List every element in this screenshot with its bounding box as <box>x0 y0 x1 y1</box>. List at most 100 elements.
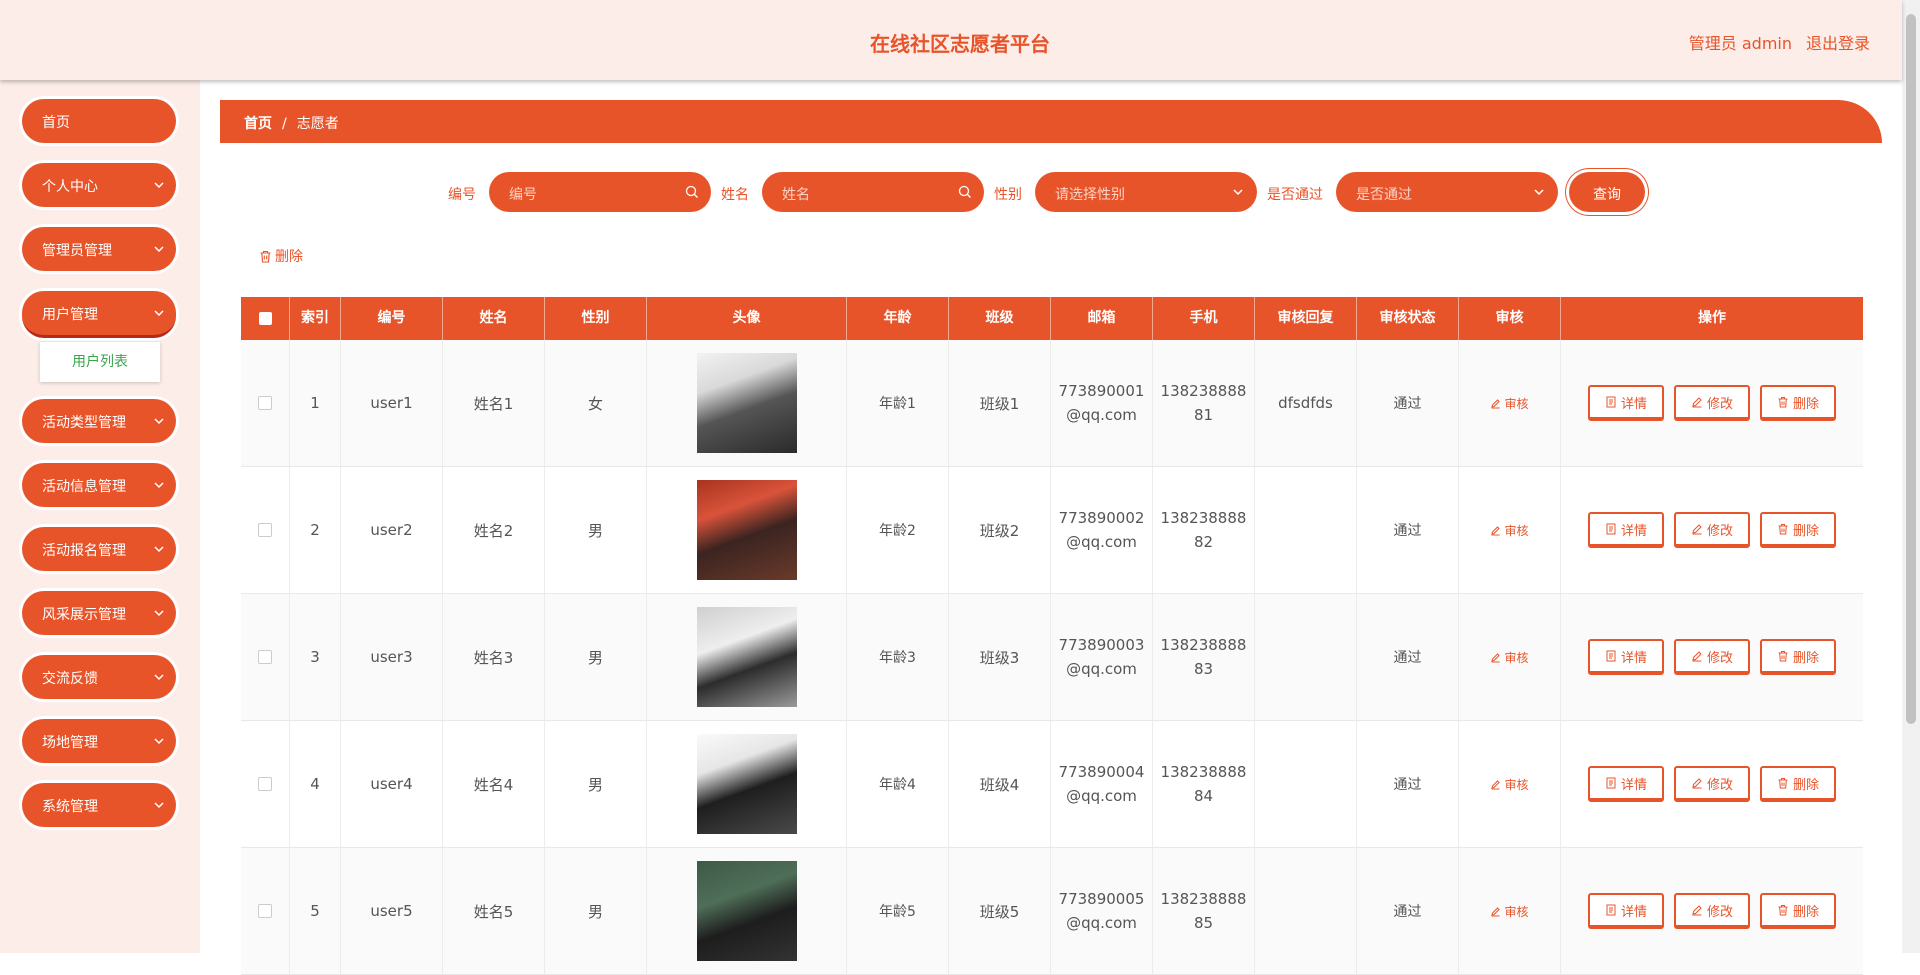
table-row: 5 user5 姓名5 男 年龄5 班级5 773890005 @qq.com 1… <box>241 848 1863 975</box>
col-header-id: 编号 <box>341 297 443 340</box>
table-row: 3 user3 姓名3 男 年龄3 班级3 773890003 @qq.com 1… <box>241 594 1863 721</box>
email-line-1: 773890001 <box>1058 382 1145 400</box>
phone-line-2: 82 <box>1193 533 1214 551</box>
id-search-input[interactable]: 编号 <box>489 172 711 212</box>
email-line-2: @qq.com <box>1066 914 1137 932</box>
name-search-input[interactable]: 姓名 <box>762 172 984 212</box>
cell-avatar <box>647 594 847 720</box>
delete-button[interactable]: 删除 <box>1760 639 1836 675</box>
detail-button[interactable]: 详情 <box>1588 639 1664 675</box>
cell-audit: 审核 <box>1459 848 1561 974</box>
audit-button[interactable]: 审核 <box>1490 522 1529 539</box>
row-checkbox[interactable] <box>258 396 272 410</box>
delete-label: 删除 <box>1792 523 1819 539</box>
edit-button[interactable]: 修改 <box>1674 639 1750 675</box>
avatar-image[interactable] <box>696 353 797 453</box>
passed-select[interactable]: 是否通过 <box>1336 172 1558 212</box>
submenu-item-user-list[interactable]: 用户列表 <box>40 342 160 382</box>
detail-button[interactable]: 详情 <box>1588 512 1664 548</box>
table-row: 1 user1 姓名1 女 年龄1 班级1 773890001 @qq.com 1… <box>241 340 1863 467</box>
sidebar-item-user-management[interactable]: 用户管理 <box>22 291 176 338</box>
phone-line-1: 138238888 <box>1160 382 1247 400</box>
delete-label: 删除 <box>1792 777 1819 793</box>
audit-button[interactable]: 审核 <box>1490 649 1529 666</box>
scrollbar-thumb[interactable] <box>1906 14 1916 724</box>
document-icon <box>1606 904 1616 916</box>
sidebar-item-home[interactable]: 首页 <box>22 99 176 143</box>
select-placeholder: 请选择性别 <box>1055 187 1125 203</box>
detail-button[interactable]: 详情 <box>1588 893 1664 929</box>
sidebar-item-showcase[interactable]: 风采展示管理 <box>22 591 176 635</box>
delete-button[interactable]: 删除 <box>1760 512 1836 548</box>
row-checkbox[interactable] <box>258 904 272 918</box>
avatar-image[interactable] <box>696 861 797 961</box>
audit-button[interactable]: 审核 <box>1490 776 1529 793</box>
edit-icon <box>1692 397 1702 408</box>
chevron-down-icon <box>154 610 164 617</box>
delete-label: 删除 <box>1792 396 1819 412</box>
edit-button[interactable]: 修改 <box>1674 512 1750 548</box>
cell-name: 姓名2 <box>443 467 545 593</box>
sidebar-item-label: 风采展示管理 <box>42 607 126 623</box>
row-checkbox[interactable] <box>258 650 272 664</box>
audit-button[interactable]: 审核 <box>1490 395 1529 412</box>
avatar-image[interactable] <box>696 480 797 580</box>
query-button[interactable]: 查询 <box>1569 172 1645 212</box>
cell-reply <box>1255 594 1357 720</box>
cell-audit: 审核 <box>1459 467 1561 593</box>
trash-icon <box>1778 651 1788 662</box>
query-button-label: 查询 <box>1593 187 1621 203</box>
detail-button[interactable]: 详情 <box>1588 385 1664 421</box>
sidebar-item-activity-info[interactable]: 活动信息管理 <box>22 463 176 507</box>
page-scrollbar[interactable] <box>1902 0 1920 953</box>
cell-avatar <box>647 721 847 847</box>
breadcrumb-home[interactable]: 首页 <box>244 116 272 132</box>
sidebar-item-feedback[interactable]: 交流反馈 <box>22 655 176 699</box>
row-checkbox[interactable] <box>258 523 272 537</box>
edit-button[interactable]: 修改 <box>1674 893 1750 929</box>
cell-id: user1 <box>341 340 443 466</box>
edit-icon <box>1491 779 1501 789</box>
logout-button[interactable]: 退出登录 <box>1806 30 1870 54</box>
sidebar-item-activity-type[interactable]: 活动类型管理 <box>22 399 176 443</box>
col-header-class: 班级 <box>949 297 1051 340</box>
sidebar-item-activity-signup[interactable]: 活动报名管理 <box>22 527 176 571</box>
id-label: 编号 <box>448 187 476 203</box>
cell-audit: 审核 <box>1459 340 1561 466</box>
cell-name: 姓名4 <box>443 721 545 847</box>
avatar-image[interactable] <box>696 607 797 707</box>
edit-icon <box>1491 398 1501 408</box>
trash-icon <box>1778 524 1788 535</box>
audit-button[interactable]: 审核 <box>1490 903 1529 920</box>
sidebar-item-system[interactable]: 系统管理 <box>22 783 176 827</box>
edit-button[interactable]: 修改 <box>1674 385 1750 421</box>
avatar-image[interactable] <box>696 734 797 834</box>
delete-button[interactable]: 删除 <box>1760 385 1836 421</box>
select-all-checkbox[interactable] <box>259 312 272 325</box>
chevron-down-icon <box>154 246 164 253</box>
col-header-status: 审核状态 <box>1357 297 1459 340</box>
col-header-email: 邮箱 <box>1051 297 1153 340</box>
sidebar-item-venue[interactable]: 场地管理 <box>22 719 176 763</box>
email-line-1: 773890003 <box>1058 636 1145 654</box>
delete-button[interactable]: 删除 <box>1760 766 1836 802</box>
email-line-1: 773890004 <box>1058 763 1145 781</box>
edit-button[interactable]: 修改 <box>1674 766 1750 802</box>
document-icon <box>1606 523 1616 535</box>
audit-label: 审核 <box>1504 777 1529 792</box>
cell-avatar <box>647 340 847 466</box>
phone-line-1: 138238888 <box>1160 636 1247 654</box>
cell-gender: 女 <box>545 340 647 466</box>
edit-icon <box>1692 778 1702 789</box>
document-icon <box>1606 650 1616 662</box>
sidebar-item-admin-management[interactable]: 管理员管理 <box>22 227 176 271</box>
batch-delete-button[interactable]: 删除 <box>259 246 303 266</box>
detail-button[interactable]: 详情 <box>1588 766 1664 802</box>
delete-button[interactable]: 删除 <box>1760 893 1836 929</box>
row-checkbox[interactable] <box>258 777 272 791</box>
edit-label: 修改 <box>1706 777 1733 793</box>
detail-label: 详情 <box>1620 650 1647 666</box>
cell-index: 4 <box>290 721 341 847</box>
gender-select[interactable]: 请选择性别 <box>1035 172 1257 212</box>
edit-icon <box>1692 651 1702 662</box>
